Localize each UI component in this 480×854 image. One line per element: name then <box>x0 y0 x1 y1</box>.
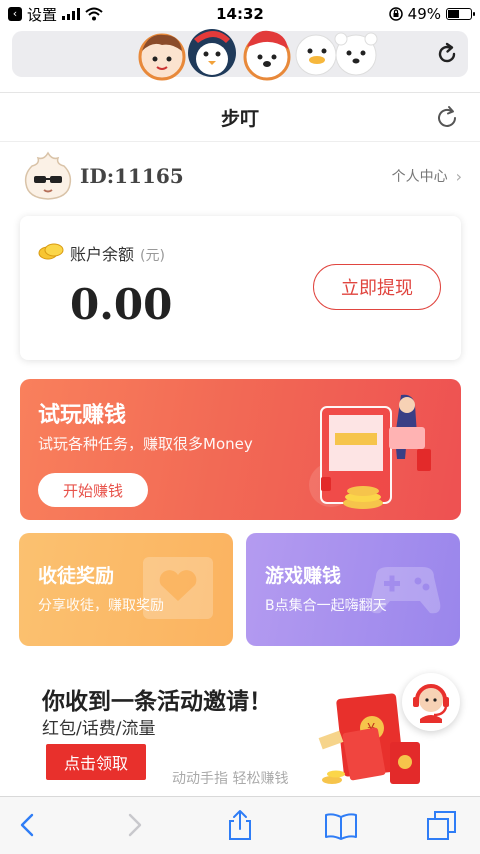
promo-title: 你收到一条活动邀请！ <box>42 689 272 715</box>
status-left: ‹ 设置 <box>8 4 103 25</box>
chevron-right-icon: › <box>455 166 462 186</box>
trial-earn-card[interactable]: 试玩赚钱 试玩各种任务，赚取很多Money 开始赚钱 <box>20 379 461 520</box>
back-app-label[interactable]: 设置 <box>27 4 57 25</box>
battery-level <box>448 10 459 18</box>
back-arrow-icon[interactable] <box>10 807 46 843</box>
balance-card: 账户余额 (元) 0.00 立即提现 <box>20 216 461 360</box>
tabs-icon[interactable] <box>424 807 460 843</box>
balance-label-text: 账户余额 <box>70 245 135 264</box>
user-id: ID:11165 <box>80 164 184 188</box>
gamepad-icon <box>369 567 441 614</box>
back-to-app-icon[interactable]: ‹ <box>8 7 22 21</box>
profile-center-label: 个人中心 <box>391 169 448 185</box>
claim-button[interactable]: 点击领取 <box>46 744 146 780</box>
trial-card-subtitle: 试玩各种任务，赚取很多Money <box>38 435 253 453</box>
page-title: 步叮 <box>220 107 259 130</box>
bookmarks-icon[interactable] <box>323 807 359 843</box>
balance-amount: 0.00 <box>70 280 173 329</box>
user-row: ID:11165 个人中心 › <box>22 150 462 206</box>
invite-card-title: 收徒奖励 <box>38 565 115 587</box>
browser-url-bar[interactable] <box>12 29 468 81</box>
start-earning-button[interactable]: 开始赚钱 <box>38 473 148 507</box>
refresh-icon[interactable] <box>434 105 460 131</box>
trial-card-title: 试玩赚钱 <box>38 403 127 428</box>
invite-reward-card[interactable]: 收徒奖励 分享收徒，赚取奖励 <box>19 533 233 646</box>
balance-label: 账户余额 (元) <box>70 241 165 265</box>
page-header: 步叮 <box>0 92 480 142</box>
coins-icon <box>38 243 64 260</box>
promo-subtitle: 红包/话费/流量 <box>42 719 156 739</box>
cellular-signal-icon <box>62 8 81 20</box>
mascot-banner-image <box>138 29 378 81</box>
browser-toolbar <box>0 796 480 854</box>
balance-unit: (元) <box>140 248 165 264</box>
game-card-title: 游戏赚钱 <box>265 565 342 587</box>
reload-icon[interactable] <box>434 41 460 67</box>
battery-icon <box>446 8 475 20</box>
status-bar: ‹ 设置 14:32 49% <box>0 0 480 28</box>
wifi-icon <box>85 7 103 21</box>
envelope-heart-icon <box>143 557 213 619</box>
share-icon[interactable] <box>222 807 258 843</box>
promo-banner[interactable]: 你收到一条活动邀请！ 红包/话费/流量 点击领取 动动手指 轻松赚钱 ¥ <box>0 660 480 796</box>
rotation-lock-icon <box>388 7 403 21</box>
avatar[interactable] <box>22 150 74 202</box>
promo-slogan: 动动手指 轻松赚钱 <box>172 771 289 787</box>
withdraw-button[interactable]: 立即提现 <box>313 264 441 310</box>
game-card-subtitle: B点集合一起嗨翻天 <box>265 598 387 614</box>
phone-money-illustration <box>309 394 431 509</box>
game-earn-card[interactable]: 游戏赚钱 B点集合一起嗨翻天 <box>246 533 460 646</box>
battery-percent: 49% <box>407 5 441 23</box>
customer-service-icon[interactable] <box>402 673 460 731</box>
invite-card-subtitle: 分享收徒，赚取奖励 <box>38 598 164 614</box>
status-time: 14:32 <box>216 5 264 23</box>
forward-arrow-icon[interactable] <box>116 807 152 843</box>
status-right: 49% <box>388 5 475 23</box>
profile-center-link[interactable]: 个人中心 › <box>392 166 462 186</box>
